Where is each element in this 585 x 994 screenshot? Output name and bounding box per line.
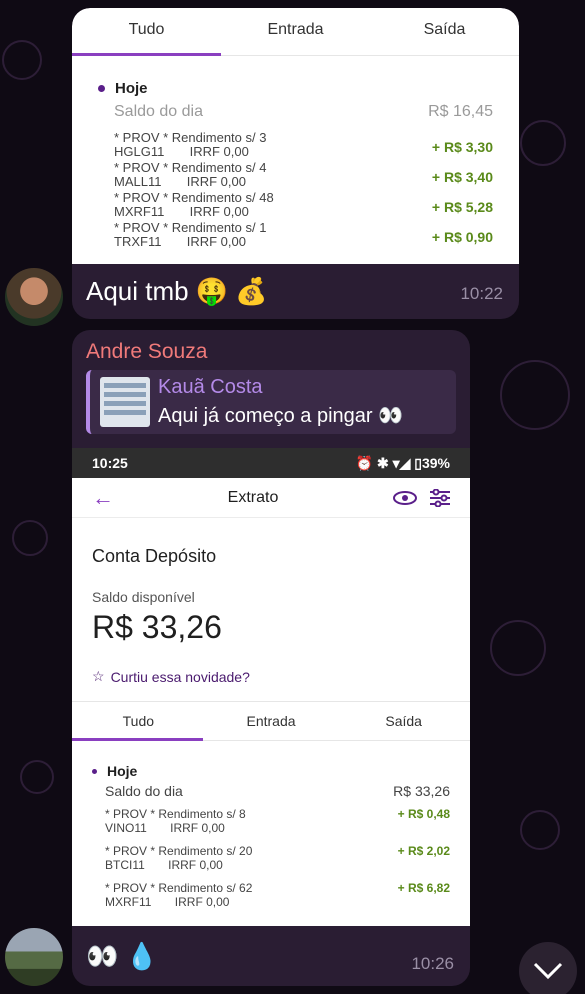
- transaction-amount: + R$ 0,90: [431, 229, 493, 245]
- message-caption: Aqui tmb 🤑 💰: [86, 276, 268, 306]
- star-icon: ☆: [92, 668, 105, 684]
- transaction-description: * PROV * Rendimento s/ 62 MXRF11 IRRF 0,0…: [105, 881, 252, 909]
- transaction-row[interactable]: * PROV * Rendimento s/ 4 MALL11 IRRF 0,00…: [114, 161, 493, 189]
- transaction-description: * PROV * Rendimento s/ 1 TRXF11 IRRF 0,00: [114, 221, 266, 249]
- tab-tudo[interactable]: Tudo: [72, 702, 205, 740]
- status-icons: ⏰ ✱ ▾◢ ▯39%: [355, 454, 450, 471]
- transaction-line2: VINO11 IRRF 0,00: [105, 821, 225, 835]
- balance-label: Saldo disponível: [92, 589, 195, 605]
- transaction-row[interactable]: * PROV * Rendimento s/ 20 BTCI11 IRRF 0,0…: [105, 844, 450, 872]
- transaction-row[interactable]: * PROV * Rendimento s/ 8 VINO11 IRRF 0,00…: [105, 807, 450, 835]
- account-title: Conta Depósito: [92, 546, 217, 566]
- status-time: 10:25: [92, 455, 128, 471]
- nav-title: Extrato: [227, 488, 279, 506]
- caption-row: Aqui tmb 🤑 💰 10:22: [72, 264, 519, 319]
- transaction-amount: + R$ 2,02: [397, 844, 450, 858]
- transaction-list: * PROV * Rendimento s/ 3 HGLG11 IRRF 0,00…: [98, 131, 493, 249]
- transaction-amount: + R$ 3,30: [431, 139, 493, 155]
- saldo-label: Saldo do dia: [114, 103, 203, 120]
- background-doodle: [12, 520, 48, 556]
- tab-entrada[interactable]: Entrada: [221, 8, 370, 55]
- day-label: Hoje: [115, 80, 148, 97]
- back-arrow-icon[interactable]: ←: [92, 485, 114, 511]
- tab-tudo[interactable]: Tudo: [72, 8, 221, 55]
- chevron-down-icon: [533, 962, 563, 980]
- saldo-value: R$ 33,26: [393, 783, 450, 799]
- transaction-amount: + R$ 3,40: [431, 169, 493, 185]
- message-caption: 👀 💧: [86, 940, 158, 971]
- transaction-line1: * PROV * Rendimento s/ 48: [114, 190, 274, 205]
- transaction-line1: * PROV * Rendimento s/ 20: [105, 844, 253, 858]
- transaction-line1: * PROV * Rendimento s/ 4: [114, 160, 267, 175]
- caption-row: 👀 💧 10:26: [72, 926, 470, 986]
- background-doodle: [520, 810, 560, 850]
- transaction-row[interactable]: * PROV * Rendimento s/ 3 HGLG11 IRRF 0,00…: [114, 131, 493, 159]
- screenshot-image-2[interactable]: 10:25 ⏰ ✱ ▾◢ ▯39% ← Extrato Conta Depósi…: [72, 448, 470, 926]
- reply-text: Aqui já começo a pingar 👀: [158, 405, 404, 427]
- transaction-line2: MXRF11 IRRF 0,00: [105, 895, 230, 909]
- transaction-line2: TRXF11 IRRF 0,00: [114, 234, 246, 249]
- tab-entrada[interactable]: Entrada: [205, 702, 338, 740]
- background-doodle: [490, 620, 546, 676]
- transaction-amount: + R$ 6,82: [397, 881, 450, 895]
- novidade-text: Curtiu essa novidade?: [110, 668, 250, 685]
- tab-saida[interactable]: Saída: [370, 8, 519, 55]
- transaction-amount: + R$ 5,28: [431, 199, 493, 215]
- transaction-line2: MALL11 IRRF 0,00: [114, 174, 246, 189]
- message-time: 10:26: [411, 954, 454, 973]
- saldo-label: Saldo do dia: [105, 783, 183, 799]
- background-doodle: [2, 40, 42, 80]
- transaction-row[interactable]: * PROV * Rendimento s/ 48 MXRF11 IRRF 0,0…: [114, 191, 493, 219]
- saldo-value: R$ 16,45: [428, 103, 493, 120]
- transaction-row[interactable]: * PROV * Rendimento s/ 62 MXRF11 IRRF 0,0…: [105, 881, 450, 909]
- message-bubble-1[interactable]: Tudo Entrada Saída Hoje Saldo do dia R$ …: [72, 8, 519, 319]
- reply-author: Kauã Costa: [158, 376, 263, 398]
- status-bar: 10:25 ⏰ ✱ ▾◢ ▯39%: [72, 448, 470, 478]
- eye-icon[interactable]: [392, 490, 418, 506]
- day-header: Hoje: [98, 80, 493, 97]
- transaction-line2: HGLG11 IRRF 0,00: [114, 144, 249, 159]
- reply-quote[interactable]: Kauã Costa Aqui já começo a pingar 👀: [86, 370, 456, 434]
- transaction-description: * PROV * Rendimento s/ 3 HGLG11 IRRF 0,00: [114, 131, 266, 159]
- scroll-down-button[interactable]: [519, 942, 577, 994]
- transaction-line1: * PROV * Rendimento s/ 62: [105, 881, 253, 895]
- day-header: Hoje: [92, 763, 450, 779]
- background-doodle: [520, 120, 566, 166]
- background-doodle: [500, 360, 570, 430]
- reply-thumbnail: [100, 377, 150, 427]
- tab-bar: Tudo Entrada Saída: [72, 8, 519, 56]
- tab-bar: Tudo Entrada Saída: [72, 701, 470, 741]
- nav-bar: ← Extrato: [72, 478, 470, 518]
- transaction-amount: + R$ 0,48: [397, 807, 450, 821]
- transaction-line1: * PROV * Rendimento s/ 3: [114, 130, 267, 145]
- filter-sliders-icon[interactable]: [430, 488, 450, 507]
- day-label: Hoje: [107, 763, 138, 779]
- transaction-description: * PROV * Rendimento s/ 20 BTCI11 IRRF 0,0…: [105, 844, 252, 872]
- screenshot-image-1[interactable]: Tudo Entrada Saída Hoje Saldo do dia R$ …: [72, 8, 519, 264]
- transaction-description: * PROV * Rendimento s/ 4 MALL11 IRRF 0,00: [114, 161, 266, 189]
- bullet-dot: [98, 85, 105, 92]
- saldo-row: Saldo do dia R$ 16,45: [98, 103, 493, 121]
- balance-value: R$ 33,26: [92, 609, 222, 645]
- user-avatar-1[interactable]: [5, 268, 63, 326]
- message-time: 10:22: [460, 284, 503, 303]
- user-avatar-2[interactable]: [5, 928, 63, 986]
- transaction-description: * PROV * Rendimento s/ 48 MXRF11 IRRF 0,0…: [114, 191, 274, 219]
- transaction-line2: BTCI11 IRRF 0,00: [105, 858, 223, 872]
- tab-saida[interactable]: Saída: [337, 702, 470, 740]
- bullet-dot: [92, 768, 97, 774]
- background-doodle: [20, 760, 54, 794]
- transaction-line1: * PROV * Rendimento s/ 8: [105, 807, 246, 821]
- transaction-line1: * PROV * Rendimento s/ 1: [114, 220, 267, 235]
- transaction-row[interactable]: * PROV * Rendimento s/ 1 TRXF11 IRRF 0,00…: [114, 221, 493, 249]
- transaction-list: * PROV * Rendimento s/ 8 VINO11 IRRF 0,00…: [92, 807, 450, 909]
- novidade-link[interactable]: ☆ Curtiu essa novidade?: [92, 668, 450, 685]
- transaction-line2: MXRF11 IRRF 0,00: [114, 204, 249, 219]
- transaction-description: * PROV * Rendimento s/ 8 VINO11 IRRF 0,00: [105, 807, 246, 835]
- saldo-row: Saldo do dia R$ 33,26: [92, 783, 450, 799]
- sender-name[interactable]: Andre Souza: [86, 340, 207, 364]
- message-bubble-2[interactable]: Andre Souza Kauã Costa Aqui já começo a …: [72, 330, 470, 986]
